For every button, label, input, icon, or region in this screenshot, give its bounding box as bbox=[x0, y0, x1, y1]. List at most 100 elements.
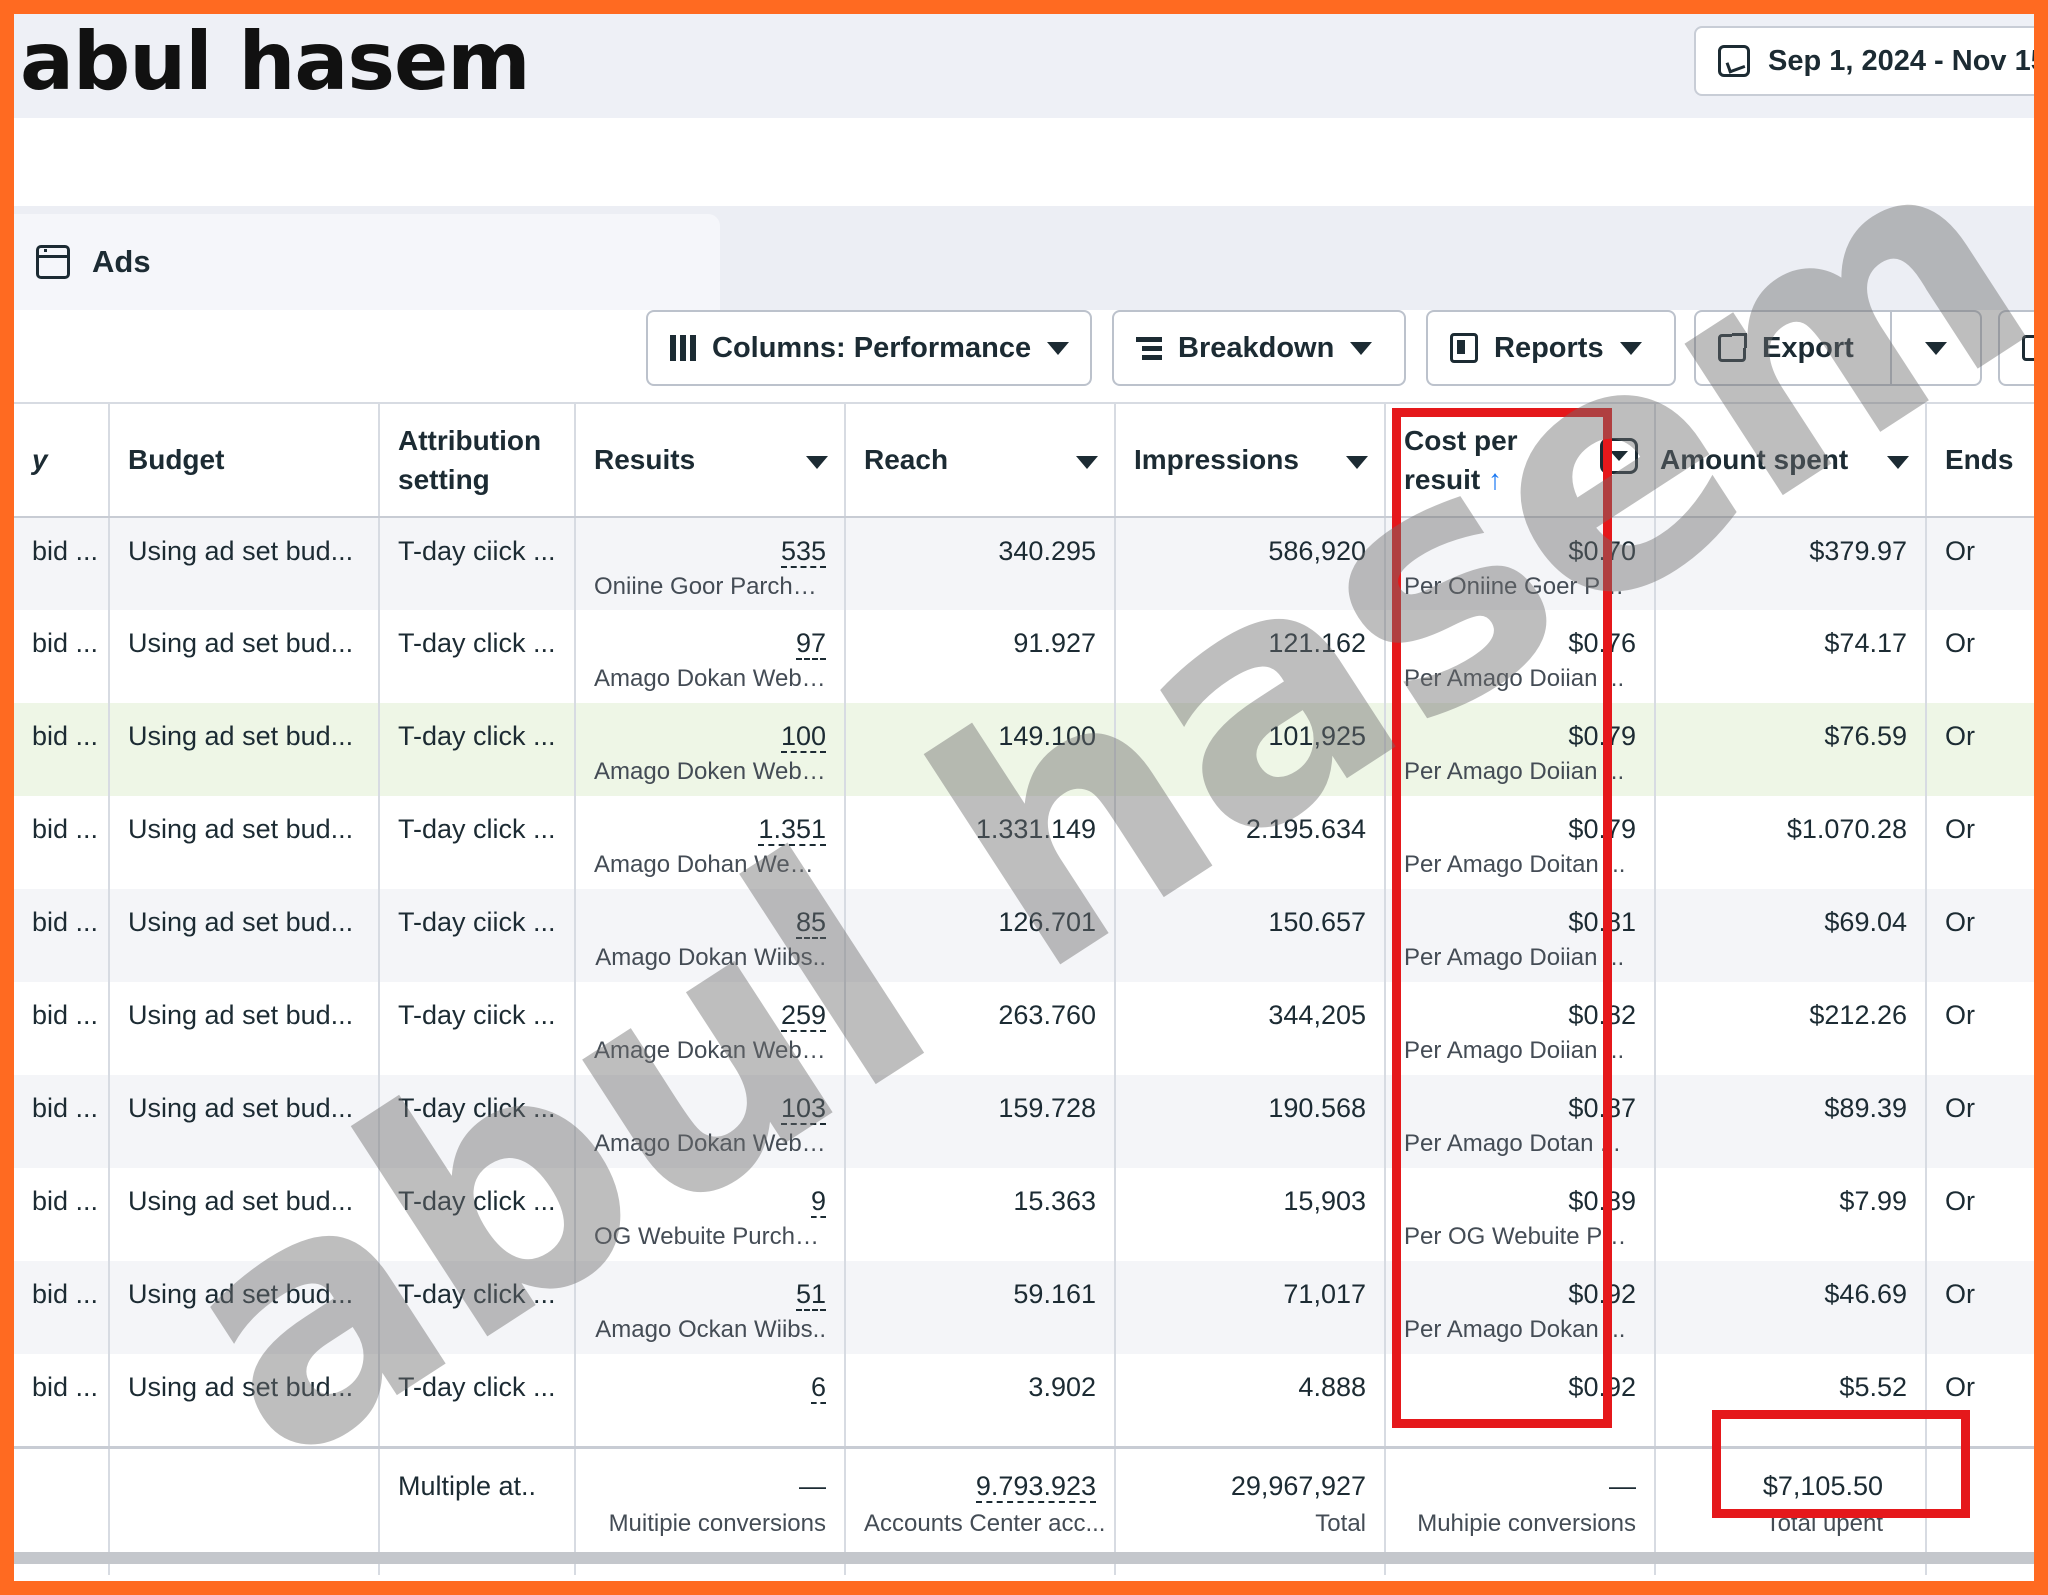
cell-results[interactable]: 100 Amago Doken Webs.. bbox=[575, 703, 846, 796]
cell-cost-per-result: $0.82 Per Amago Doiian ... bbox=[1385, 982, 1656, 1075]
cell-results[interactable]: 51 Amago Ockan Wiibs.. bbox=[575, 1261, 846, 1354]
cell-ends: Or bbox=[1926, 1261, 2034, 1354]
cell-budget: Using ad set bud... bbox=[109, 1261, 380, 1354]
col-attribution-setting[interactable]: Attribution setting bbox=[379, 402, 576, 518]
cell-ends: Or bbox=[1926, 1075, 2034, 1168]
cell-ends: Or bbox=[1926, 610, 2034, 703]
breakdown-icon bbox=[1136, 335, 1162, 361]
cell-attribution: T-day click ... bbox=[379, 1075, 576, 1168]
cell-bid: bid ... bbox=[14, 1261, 110, 1354]
cell-results[interactable]: 9 OG Webuite Purchote bbox=[575, 1168, 846, 1261]
ads-manager-window: abul hasem Sep 1, 2024 - Nov 15 Ads Colu… bbox=[14, 14, 2034, 1581]
cell-amount-spent: $5.52 bbox=[1655, 1354, 1927, 1447]
table-header-row: y Budget Attribution setting Resuits Rea… bbox=[14, 402, 2034, 518]
col-reach[interactable]: Reach bbox=[845, 402, 1116, 518]
chevron-down-icon bbox=[1619, 341, 1642, 355]
date-range-picker[interactable]: Sep 1, 2024 - Nov 15 bbox=[1694, 26, 2034, 96]
table-row[interactable]: bid ... Using ad set bud... T-day ciick ..… bbox=[14, 982, 2034, 1075]
cell-impressions: 344,205 bbox=[1115, 982, 1386, 1075]
columns-button[interactable]: Columns: Performance bbox=[646, 310, 1092, 386]
col-bid-strategy[interactable]: y bbox=[14, 402, 110, 518]
cell-reach: 91.927 bbox=[845, 610, 1116, 703]
col-results[interactable]: Resuits bbox=[575, 402, 846, 518]
export-menu-button[interactable] bbox=[1890, 310, 1982, 386]
cell-budget: Using ad set bud... bbox=[109, 1354, 380, 1447]
cell-impressions: 15,903 bbox=[1115, 1168, 1386, 1261]
cell-results[interactable]: 97 Amago Dokan Webs.. bbox=[575, 610, 846, 703]
table-row[interactable]: bid ... Using ad set bud... T-day click ..… bbox=[14, 1354, 2034, 1447]
cell-amount-spent: $212.26 bbox=[1655, 982, 1927, 1075]
col-budget[interactable]: Budget bbox=[109, 402, 380, 518]
breakdown-button[interactable]: Breakdown bbox=[1112, 310, 1406, 386]
charts-button[interactable] bbox=[1998, 310, 2034, 386]
cell-results[interactable]: 6 bbox=[575, 1354, 846, 1447]
cell-cost-per-result: $0.70 Per Oniine Goer Pur... bbox=[1385, 517, 1656, 610]
cell-results[interactable]: 259 Amage Dokan Webs.. bbox=[575, 982, 846, 1075]
reports-button[interactable]: Reports bbox=[1426, 310, 1676, 386]
cell-budget: Using ad set bud... bbox=[109, 796, 380, 889]
table-row[interactable]: bid ... Using ad set bud... T-day ciick ..… bbox=[14, 889, 2034, 982]
cell-ends: Or bbox=[1926, 889, 2034, 982]
cell-reach: 1.331.149 bbox=[845, 796, 1116, 889]
cell-bid: bid ... bbox=[14, 982, 110, 1075]
tab-ads[interactable]: Ads bbox=[14, 214, 720, 310]
cell-amount-spent: $74.17 bbox=[1655, 610, 1927, 703]
cell-amount-spent: $1.070.28 bbox=[1655, 796, 1927, 889]
col-amount-spent[interactable]: Amount spent bbox=[1655, 402, 1927, 518]
sort-ascending-icon: ↑ bbox=[1488, 464, 1503, 495]
chevron-down-icon bbox=[1887, 456, 1909, 469]
cell-bid: bid ... bbox=[14, 1075, 110, 1168]
cell-reach: 59.161 bbox=[845, 1261, 1116, 1354]
cell-impressions: 586,920 bbox=[1115, 517, 1386, 610]
cell-impressions: 121.162 bbox=[1115, 610, 1386, 703]
cell-results[interactable]: 1.351 Amago Dohan Webe.. bbox=[575, 796, 846, 889]
cell-attribution: T-day click ... bbox=[379, 1261, 576, 1354]
breakdown-label: Breakdown bbox=[1178, 331, 1335, 364]
columns-icon bbox=[670, 335, 696, 361]
export-label: Export bbox=[1762, 331, 1854, 364]
cell-cost-per-result: $0.79 Per Amago Doiian ... bbox=[1385, 703, 1656, 796]
col-ends[interactable]: Ends bbox=[1926, 402, 2034, 518]
col-cost-per-result[interactable]: Cost per resuit ↑ bbox=[1385, 402, 1656, 518]
cell-results[interactable]: 103 Amago Dokan Webe.. bbox=[575, 1075, 846, 1168]
cell-reach: 340.295 bbox=[845, 517, 1116, 610]
chevron-down-icon bbox=[1076, 456, 1098, 469]
columns-label: Columns: Performance bbox=[712, 331, 1032, 364]
cell-reach: 126.701 bbox=[845, 889, 1116, 982]
tab-ads-label: Ads bbox=[92, 244, 151, 279]
table-row[interactable]: bid ... Using ad set bud... T-day click ..… bbox=[14, 1168, 2034, 1261]
chevron-down-icon bbox=[1047, 341, 1070, 355]
cell-budget: Using ad set bud... bbox=[109, 982, 380, 1075]
cell-amount-spent: $379.97 bbox=[1655, 517, 1927, 610]
table-row[interactable]: bid ... Using ad set bud... T-day click ..… bbox=[14, 796, 2034, 889]
cell-ends: Or bbox=[1926, 1168, 2034, 1261]
cell-amount-spent: $69.04 bbox=[1655, 889, 1927, 982]
cell-impressions: 4.888 bbox=[1115, 1354, 1386, 1447]
calendar-icon bbox=[1718, 45, 1750, 77]
cell-ends: Or bbox=[1926, 982, 2034, 1075]
table-row[interactable]: bid ... Using ad set bud... T-day ciick ..… bbox=[14, 517, 2034, 610]
date-range-label: Sep 1, 2024 - Nov 15 bbox=[1768, 44, 2034, 77]
cell-results[interactable]: 535 Oniine Goor Parchase bbox=[575, 517, 846, 610]
cell-reach: 149.100 bbox=[845, 703, 1116, 796]
cell-attribution: T-day click ... bbox=[379, 703, 576, 796]
table-row[interactable]: bid ... Using ad set bud... T-day click ..… bbox=[14, 703, 2034, 796]
cell-reach: 159.728 bbox=[845, 1075, 1116, 1168]
cell-budget: Using ad set bud... bbox=[109, 703, 380, 796]
cell-bid: bid ... bbox=[14, 1354, 110, 1447]
cell-reach: 3.902 bbox=[845, 1354, 1116, 1447]
ads-table: y Budget Attribution setting Resuits Rea… bbox=[14, 402, 2034, 1575]
chevron-down-icon bbox=[1350, 341, 1373, 355]
horizontal-scrollbar[interactable] bbox=[14, 1552, 2034, 1564]
export-button[interactable]: Export bbox=[1694, 310, 1892, 386]
column-menu-icon[interactable] bbox=[1600, 438, 1638, 474]
cell-cost-per-result: $0.92 Per Amago Dokan ... bbox=[1385, 1261, 1656, 1354]
col-impressions[interactable]: Impressions bbox=[1115, 402, 1386, 518]
cell-results[interactable]: 85 Amago Dokan Wiibs.. bbox=[575, 889, 846, 982]
cell-budget: Using ad set bud... bbox=[109, 610, 380, 703]
chevron-down-icon bbox=[1346, 456, 1368, 469]
table-row[interactable]: bid ... Using ad set bud... T-day click ..… bbox=[14, 1075, 2034, 1168]
table-row[interactable]: bid ... Using ad set bud... T-day click ..… bbox=[14, 610, 2034, 703]
table-row[interactable]: bid ... Using ad set bud... T-day click ..… bbox=[14, 1261, 2034, 1354]
cell-amount-spent: $46.69 bbox=[1655, 1261, 1927, 1354]
